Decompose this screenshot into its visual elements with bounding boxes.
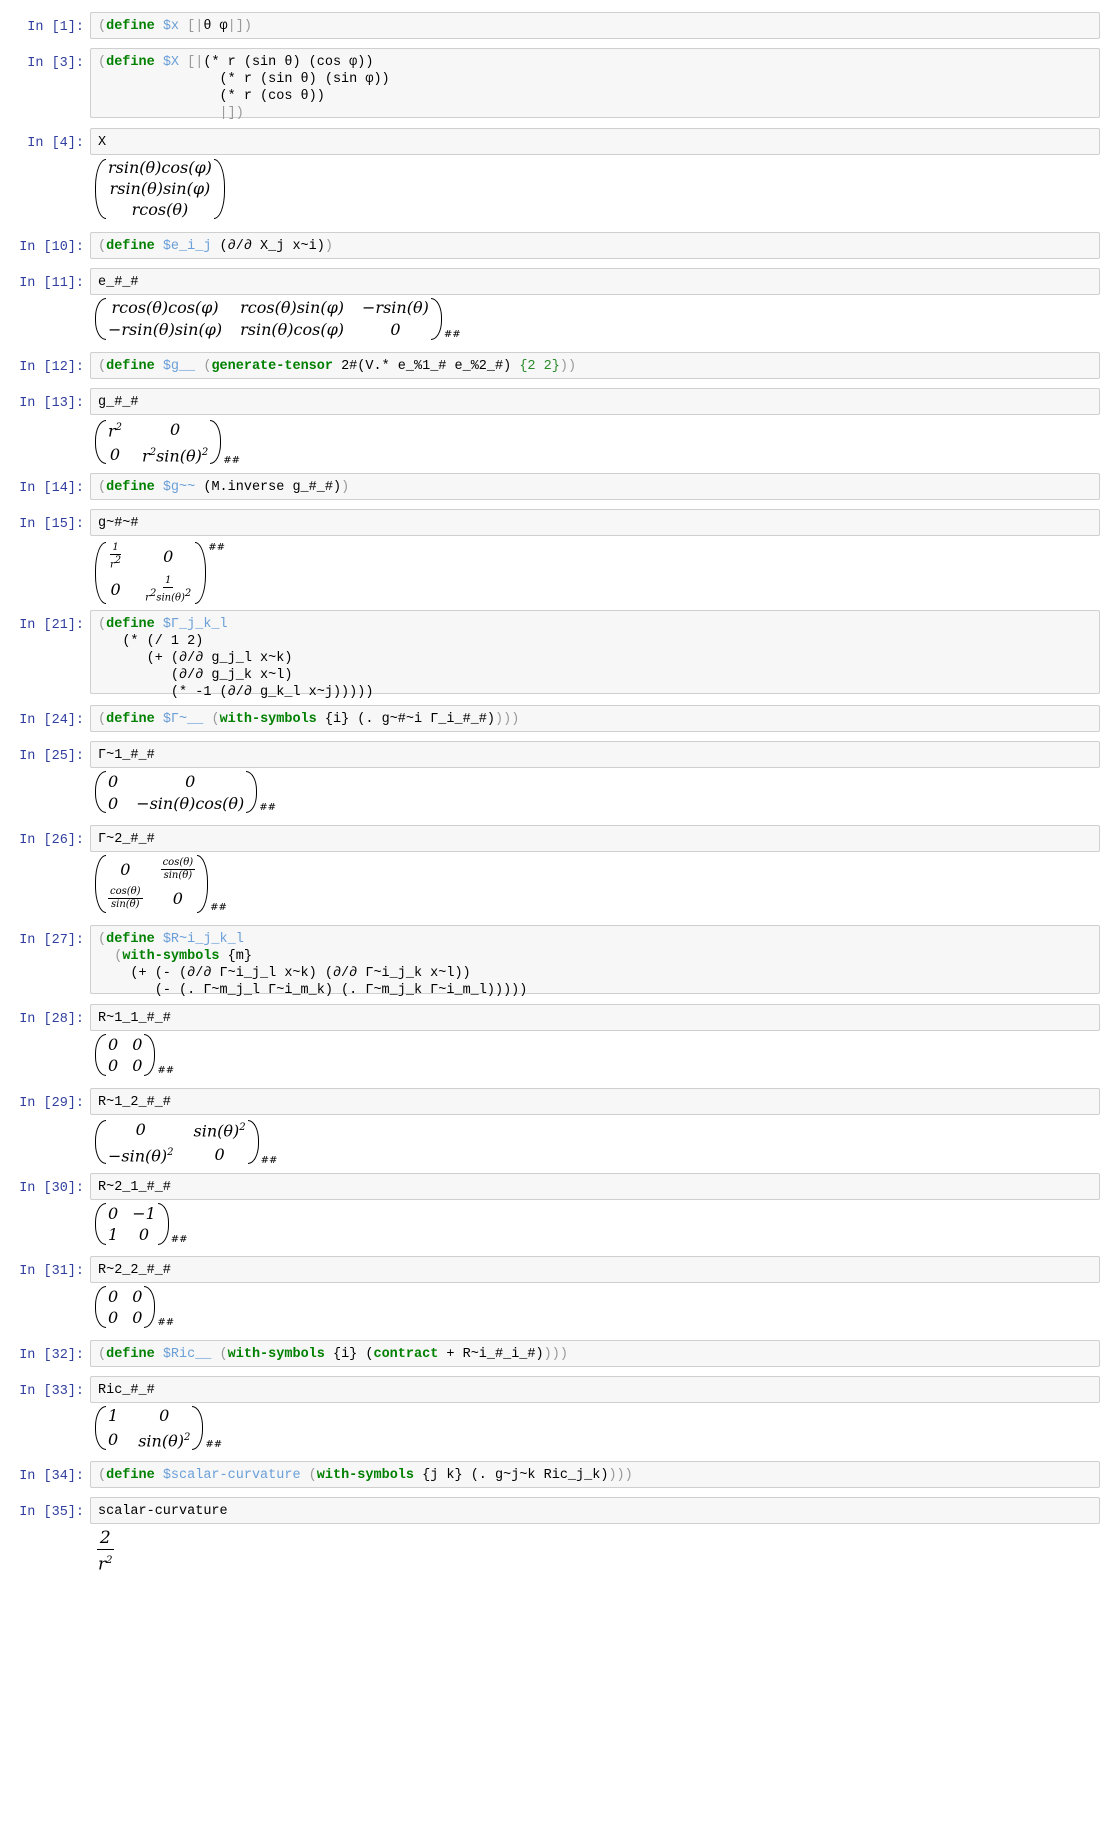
code-input[interactable]: (define $e_i_j (∂/∂ X_j x~i)) [90,232,1100,259]
output-matrix: 00 00 ## [95,1034,174,1076]
output-matrix: 00 0 −sin(θ)cos(θ) ## [95,771,276,813]
output-matrix: 10 0 sin(θ)2 ## [95,1406,222,1450]
code-input[interactable]: R~1_2_#_# [90,1088,1100,1115]
input-prompt: In [3]: [27,56,84,71]
code-input[interactable]: (define $Γ_j_k_l (* (/ 1 2) (+ (∂/∂ g_j_… [90,610,1100,700]
code-input[interactable]: scalar-curvature [90,1497,1100,1524]
input-prompt: In [10]: [19,240,84,255]
input-prompt: In [31]: [19,1264,84,1279]
output-matrix: 1 r2 0 0 1 r2sin(θ)2 ## [95,542,225,605]
code-input[interactable]: R~2_2_#_# [90,1256,1100,1283]
code-input[interactable]: X [90,128,1100,155]
input-prompt: In [13]: [19,396,84,411]
input-prompt: In [29]: [19,1096,84,1111]
input-prompt: In [25]: [19,749,84,764]
code-input[interactable]: (define $scalar-curvature (with-symbols … [90,1461,1100,1488]
input-prompt: In [21]: [19,618,84,633]
input-prompt: In [32]: [19,1348,84,1363]
code-input[interactable]: Γ~1_#_# [90,741,1100,768]
code-input[interactable]: (define $X [|(* r (sin θ) (cos φ)) (* r … [90,48,1100,121]
code-input[interactable]: (define $x [|θ φ|]) [90,12,1100,39]
input-prompt: In [26]: [19,833,84,848]
code-input[interactable]: Γ~2_#_# [90,825,1100,852]
code-input[interactable]: R~2_1_#_# [90,1173,1100,1200]
input-prompt: In [1]: [27,20,84,35]
input-prompt: In [33]: [19,1384,84,1399]
output-matrix: r2 0 0 r2sin(θ)2 ## [95,418,240,466]
input-prompt: In [27]: [19,933,84,948]
input-prompt: In [15]: [19,517,84,532]
input-prompt: In [14]: [19,481,84,496]
code-input[interactable]: R~1_1_#_# [90,1004,1100,1031]
output-matrix: 0 −1 10 ## [95,1203,188,1245]
output-matrix: 00 00 ## [95,1286,174,1328]
code-input[interactable]: (define $g__ (generate-tensor 2#(V.* e_%… [90,352,1100,379]
code-input[interactable]: g~#~# [90,509,1100,536]
code-input[interactable]: (define $g~~ (M.inverse g_#_#)) [90,473,1100,500]
output-matrix: 0 cos(θ) sin(θ) cos(θ) sin(θ) 0 ## [95,855,227,913]
code-input[interactable]: Ric_#_# [90,1376,1100,1403]
code-input[interactable]: (define $R~i_j_k_l (with-symbols {m} (+ … [90,925,1100,998]
input-prompt: In [34]: [19,1469,84,1484]
output-matrix: 0 sin(θ)2 −sin(θ)2 0 ## [95,1118,277,1166]
input-prompt: In [12]: [19,360,84,375]
code-input[interactable]: (define $Ric__ (with-symbols {i} (contra… [90,1340,1100,1367]
output-matrix: rsin(θ)cos(φ) rsin(θ)sin(φ) rcos(θ) [95,158,225,219]
code-input[interactable]: (define $Γ~__ (with-symbols {i} (. g~#~i… [90,705,1100,732]
input-prompt: In [28]: [19,1012,84,1027]
input-prompt: In [30]: [19,1181,84,1196]
output-fraction: 2 r2 [96,1528,114,1575]
input-prompt: In [35]: [19,1505,84,1520]
code-input[interactable]: e_#_# [90,268,1100,295]
code-input[interactable]: g_#_# [90,388,1100,415]
input-prompt: In [11]: [19,276,84,291]
input-prompt: In [4]: [27,136,84,151]
output-matrix: rcos(θ)cos(φ) rcos(θ)sin(φ) −rsin(θ) −rsin… [95,298,461,340]
input-prompt: In [24]: [19,713,84,728]
